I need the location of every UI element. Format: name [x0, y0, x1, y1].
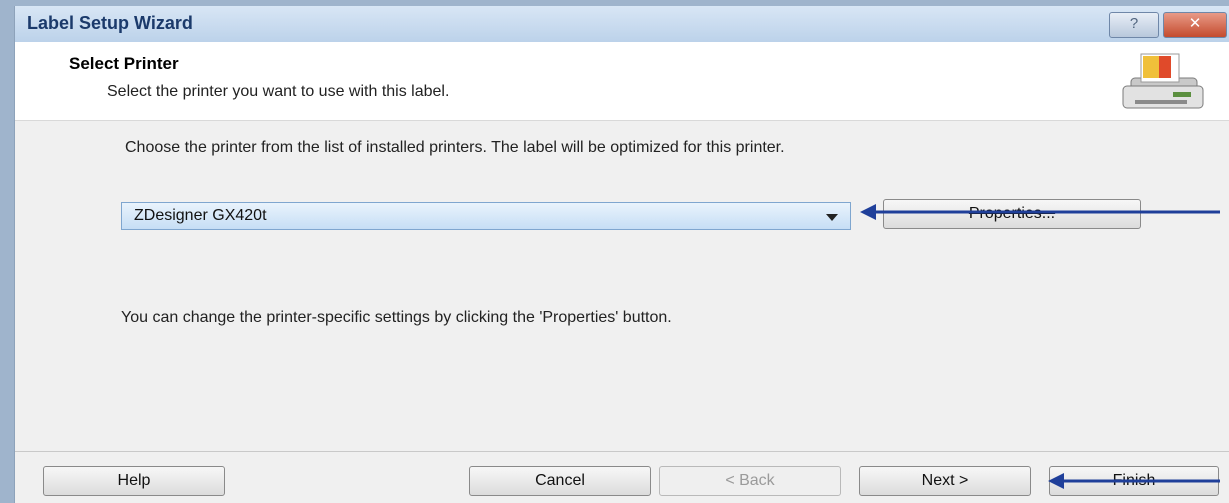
instruction-text: Choose the printer from the list of inst…: [125, 139, 785, 156]
printer-select-value: ZDesigner GX420t: [134, 207, 267, 224]
help-title-button[interactable]: ?: [1109, 12, 1159, 38]
finish-button[interactable]: Finish: [1049, 466, 1219, 496]
hint-text: You can change the printer-specific sett…: [121, 309, 672, 326]
next-button[interactable]: Next >: [859, 466, 1031, 496]
back-button: < Back: [659, 466, 841, 496]
help-button[interactable]: Help: [43, 466, 225, 496]
page-subtitle: Select the printer you want to use with …: [107, 83, 450, 100]
chevron-down-icon[interactable]: [826, 214, 838, 221]
wizard-header: Select Printer Select the printer you wa…: [15, 42, 1229, 121]
page-title: Select Printer: [69, 54, 179, 73]
wizard-window: Label Setup Wizard ? ✕ Select Printer Se…: [14, 6, 1229, 503]
printer-icon: [1122, 53, 1204, 109]
properties-button[interactable]: Properties...: [883, 199, 1141, 229]
close-button[interactable]: ✕: [1163, 12, 1227, 38]
window-title: Label Setup Wizard: [27, 13, 193, 33]
cancel-button[interactable]: Cancel: [469, 466, 651, 496]
printer-select[interactable]: ZDesigner GX420t: [121, 202, 851, 230]
title-bar: Label Setup Wizard ? ✕: [15, 6, 1229, 42]
footer-divider: [15, 451, 1229, 452]
